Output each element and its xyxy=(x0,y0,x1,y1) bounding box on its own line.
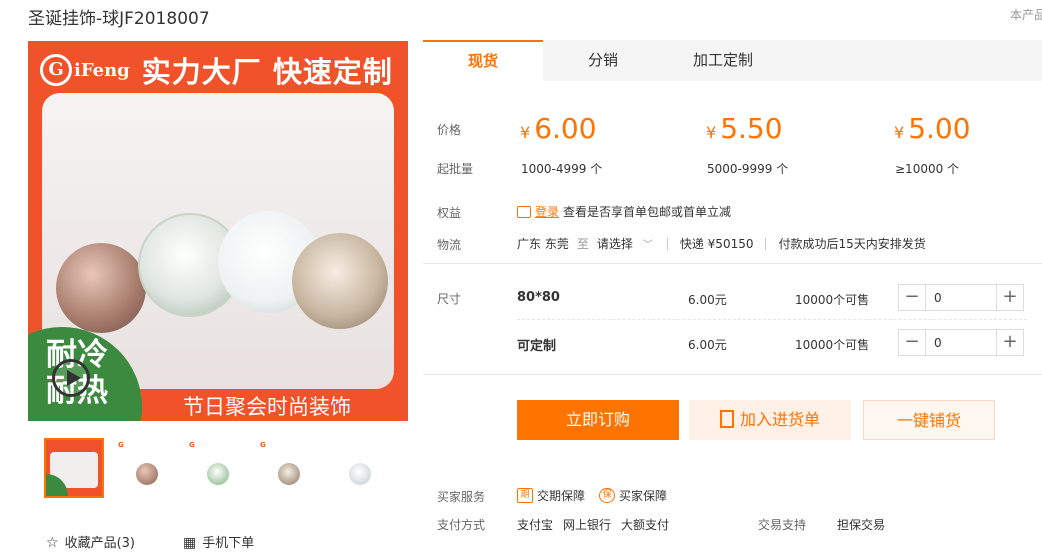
min-batch-label: 起批量 xyxy=(437,162,474,176)
delivery-note: 付款成功后15天内安排发货 xyxy=(778,237,926,251)
increase-button[interactable]: + xyxy=(996,285,1023,310)
rights-text: 查看是否享首单包邮或首单立减 xyxy=(563,205,732,219)
sku-name-1: 80*80 xyxy=(517,290,560,305)
ornament-ball-4 xyxy=(292,233,388,329)
rights-row: 登录 查看是否享首单包邮或首单立减 xyxy=(517,203,731,220)
banner-slogan: 实力大厂 快速定制 xyxy=(141,55,393,89)
brand-logo-mark: G xyxy=(40,54,72,86)
add-to-cart-button[interactable]: 加入进货单 xyxy=(689,400,851,440)
sku-divider xyxy=(517,319,1027,320)
mobile-order-link[interactable]: ▦ 手机下单 xyxy=(183,532,254,551)
thumbnail-strip: G G G xyxy=(44,438,388,498)
tab-distribution[interactable]: 分销 xyxy=(543,40,663,81)
one-click-distribute-button[interactable]: 一键铺货 xyxy=(863,400,995,440)
price-tier-3: ¥5.00 xyxy=(894,112,971,145)
thumbnail-logo-icon: G xyxy=(189,441,195,449)
product-title: 圣诞挂饰-球JF2018007 xyxy=(28,9,210,29)
trade-support-value: 担保交易 xyxy=(837,518,886,532)
video-play-icon[interactable] xyxy=(52,359,90,397)
login-link[interactable]: 登录 xyxy=(535,203,559,220)
trade-support-label: 交易支持 xyxy=(758,518,807,532)
sku-name-2: 可定制 xyxy=(517,339,557,354)
main-product-image[interactable]: GiFeng 实力大厂 快速定制 耐冷 耐热 节日聚会时尚装饰 xyxy=(28,41,408,421)
destination-select[interactable]: 请选择 xyxy=(597,235,633,252)
image-caption: 节日聚会时尚装饰 xyxy=(183,395,351,419)
decrease-button[interactable]: − xyxy=(899,285,926,310)
buyer-guarantee-icon: 保 xyxy=(599,488,616,503)
rights-label: 权益 xyxy=(437,206,462,220)
quantity-stepper-1: − + xyxy=(898,284,1024,311)
sku-stock-2: 10000个可售 xyxy=(795,338,870,352)
section-divider xyxy=(423,374,1042,375)
thumbnail-3[interactable]: G xyxy=(186,438,246,498)
sku-price-2: 6.00元 xyxy=(688,338,727,352)
image-banner: GiFeng 实力大厂 快速定制 xyxy=(28,41,408,99)
decrease-button[interactable]: − xyxy=(899,330,926,355)
logistics-row: 广东 东莞 至 请选择 ﹀ 快递 ¥50150 付款成功后15天内安排发货 xyxy=(517,235,926,252)
ship-to-word: 至 xyxy=(576,237,589,251)
tab-in-stock[interactable]: 现货 xyxy=(423,40,543,81)
delivery-guarantee-icon: 期 xyxy=(517,488,533,503)
brand-logo-text: iFeng xyxy=(74,59,130,81)
increase-button[interactable]: + xyxy=(996,330,1023,355)
price-label: 价格 xyxy=(437,123,462,137)
thumbnail-2[interactable]: G xyxy=(115,438,175,498)
quantity-stepper-2: − + xyxy=(898,329,1024,356)
quantity-input[interactable] xyxy=(926,285,996,310)
payment-alipay: 支付宝 xyxy=(517,518,554,532)
ornament-ball-1 xyxy=(56,243,146,333)
sku-stock-1: 10000个可售 xyxy=(795,293,870,307)
price-tier-2: ¥5.50 xyxy=(706,112,783,145)
quantity-input[interactable] xyxy=(926,330,996,355)
brand-logo: GiFeng xyxy=(40,54,130,86)
section-divider xyxy=(423,263,1042,264)
divider xyxy=(765,237,767,250)
coupon-icon xyxy=(517,205,531,218)
chevron-down-icon[interactable]: ﹀ xyxy=(643,236,653,251)
purchase-list-icon xyxy=(719,410,734,428)
product-actions: ☆ 收藏产品(3) ▦ 手机下单 xyxy=(46,532,254,551)
ship-from: 广东 东莞 xyxy=(517,237,569,251)
buyer-services: 期交期保障 保买家保障 xyxy=(517,487,681,504)
payment-online-banking: 网上银行 xyxy=(563,518,612,532)
payment-large-amount: 大额支付 xyxy=(621,518,670,532)
favorite-link[interactable]: ☆ 收藏产品(3) xyxy=(46,532,135,551)
buyer-service-label: 买家服务 xyxy=(437,490,486,504)
size-label: 尺寸 xyxy=(437,292,462,306)
qty-range-1: 1000-4999 个 xyxy=(521,162,603,176)
buyer-guarantee[interactable]: 保买家保障 xyxy=(599,487,667,504)
thumbnail-4[interactable]: G xyxy=(257,438,317,498)
express-fee: 快递 ¥50150 xyxy=(679,237,754,251)
purchase-tabs: 现货 分销 加工定制 xyxy=(423,40,1042,81)
star-icon: ☆ xyxy=(46,535,59,551)
thumbnail-logo-icon: G xyxy=(260,441,266,449)
qr-code-icon: ▦ xyxy=(182,535,197,551)
divider xyxy=(666,237,668,250)
payment-methods: 支付宝 网上银行 大额支付 xyxy=(517,516,669,533)
thumbnail-5[interactable] xyxy=(328,438,388,498)
price-tier-1: ¥6.00 xyxy=(520,112,597,145)
delivery-guarantee[interactable]: 期交期保障 xyxy=(517,487,585,504)
buy-now-button[interactable]: 立即订购 xyxy=(517,400,679,440)
qty-range-2: 5000-9999 个 xyxy=(707,162,789,176)
thumbnail-1[interactable] xyxy=(44,438,104,498)
corner-note: 本产品 xyxy=(1010,8,1042,22)
tab-custom-processing[interactable]: 加工定制 xyxy=(663,40,783,81)
sku-price-1: 6.00元 xyxy=(688,293,727,307)
payment-label: 支付方式 xyxy=(437,518,486,532)
logistics-label: 物流 xyxy=(437,238,462,252)
qty-range-3: ≥10000 个 xyxy=(895,162,960,176)
thumbnail-logo-icon: G xyxy=(118,441,124,449)
